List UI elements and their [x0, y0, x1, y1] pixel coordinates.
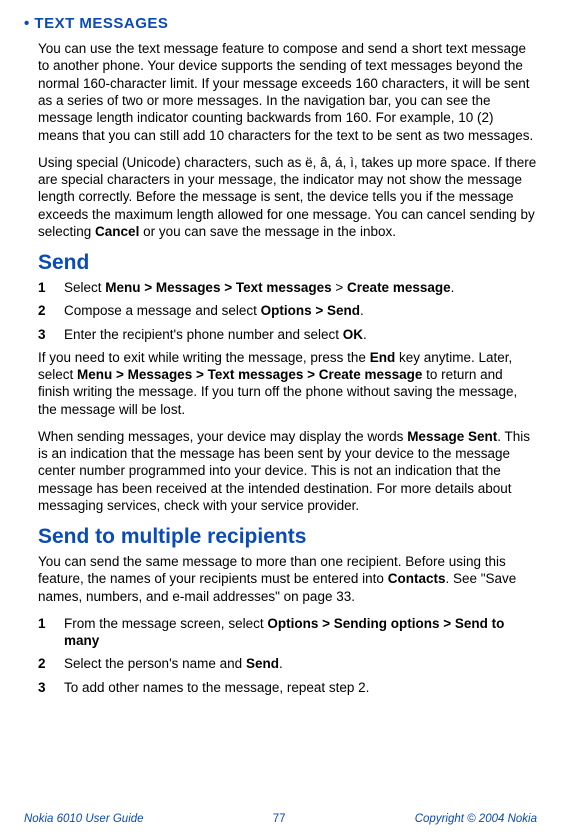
t: .: [451, 280, 455, 295]
t: Menu > Messages > Text messages > Create…: [77, 367, 422, 382]
step-number: 1: [38, 615, 64, 650]
t: Menu > Messages > Text messages: [105, 280, 331, 295]
t: End: [370, 350, 396, 365]
send-multi-heading: Send to multiple recipients: [38, 524, 537, 551]
t: .: [360, 303, 364, 318]
multi-step-1: 1 From the message screen, select Option…: [38, 615, 537, 650]
section-heading: • TEXT MESSAGES: [24, 14, 537, 33]
step-text: From the message screen, select Options …: [64, 615, 537, 650]
t: Send: [246, 656, 279, 671]
para2-bold: Cancel: [95, 224, 139, 239]
step-text: Select the person's name and Send.: [64, 655, 537, 672]
send-heading: Send: [38, 250, 537, 277]
t: .: [279, 656, 283, 671]
t: OK: [343, 327, 363, 342]
step-number: 1: [38, 279, 64, 296]
send-step-2: 2 Compose a message and select Options >…: [38, 302, 537, 319]
footer-page-number: 77: [273, 812, 286, 827]
page-footer: Nokia 6010 User Guide 77 Copyright © 200…: [0, 812, 561, 827]
t: Enter the recipient's phone number and s…: [64, 327, 343, 342]
step-text: Select Menu > Messages > Text messages >…: [64, 279, 537, 296]
send-step-3: 3 Enter the recipient's phone number and…: [38, 326, 537, 343]
send-multi-para: You can send the same message to more th…: [38, 553, 537, 605]
send-after-para-1: If you need to exit while writing the me…: [38, 349, 537, 418]
footer-right: Copyright © 2004 Nokia: [415, 812, 537, 827]
t: Select: [64, 280, 105, 295]
t: Message Sent: [407, 429, 497, 444]
step-number: 3: [38, 679, 64, 696]
t: Options > Send: [261, 303, 360, 318]
footer-left: Nokia 6010 User Guide: [24, 812, 144, 827]
step-text: To add other names to the message, repea…: [64, 679, 537, 696]
send-step-1: 1 Select Menu > Messages > Text messages…: [38, 279, 537, 296]
t: >: [332, 280, 347, 295]
t: To add other names to the message, repea…: [64, 680, 369, 695]
para2-post: or you can save the message in the inbox…: [139, 224, 396, 239]
multi-step-3: 3 To add other names to the message, rep…: [38, 679, 537, 696]
t: When sending messages, your device may d…: [38, 429, 407, 444]
section-para-2: Using special (Unicode) characters, such…: [38, 154, 537, 240]
step-number: 3: [38, 326, 64, 343]
t: Create message: [347, 280, 451, 295]
t: If you need to exit while writing the me…: [38, 350, 370, 365]
t: .: [363, 327, 367, 342]
step-text: Compose a message and select Options > S…: [64, 302, 537, 319]
t: Contacts: [388, 571, 446, 586]
section-para-1: You can use the text message feature to …: [38, 40, 537, 144]
step-text: Enter the recipient's phone number and s…: [64, 326, 537, 343]
t: From the message screen, select: [64, 616, 267, 631]
multi-step-2: 2 Select the person's name and Send.: [38, 655, 537, 672]
send-after-para-2: When sending messages, your device may d…: [38, 428, 537, 514]
t: Compose a message and select: [64, 303, 261, 318]
step-number: 2: [38, 302, 64, 319]
step-number: 2: [38, 655, 64, 672]
t: Select the person's name and: [64, 656, 246, 671]
